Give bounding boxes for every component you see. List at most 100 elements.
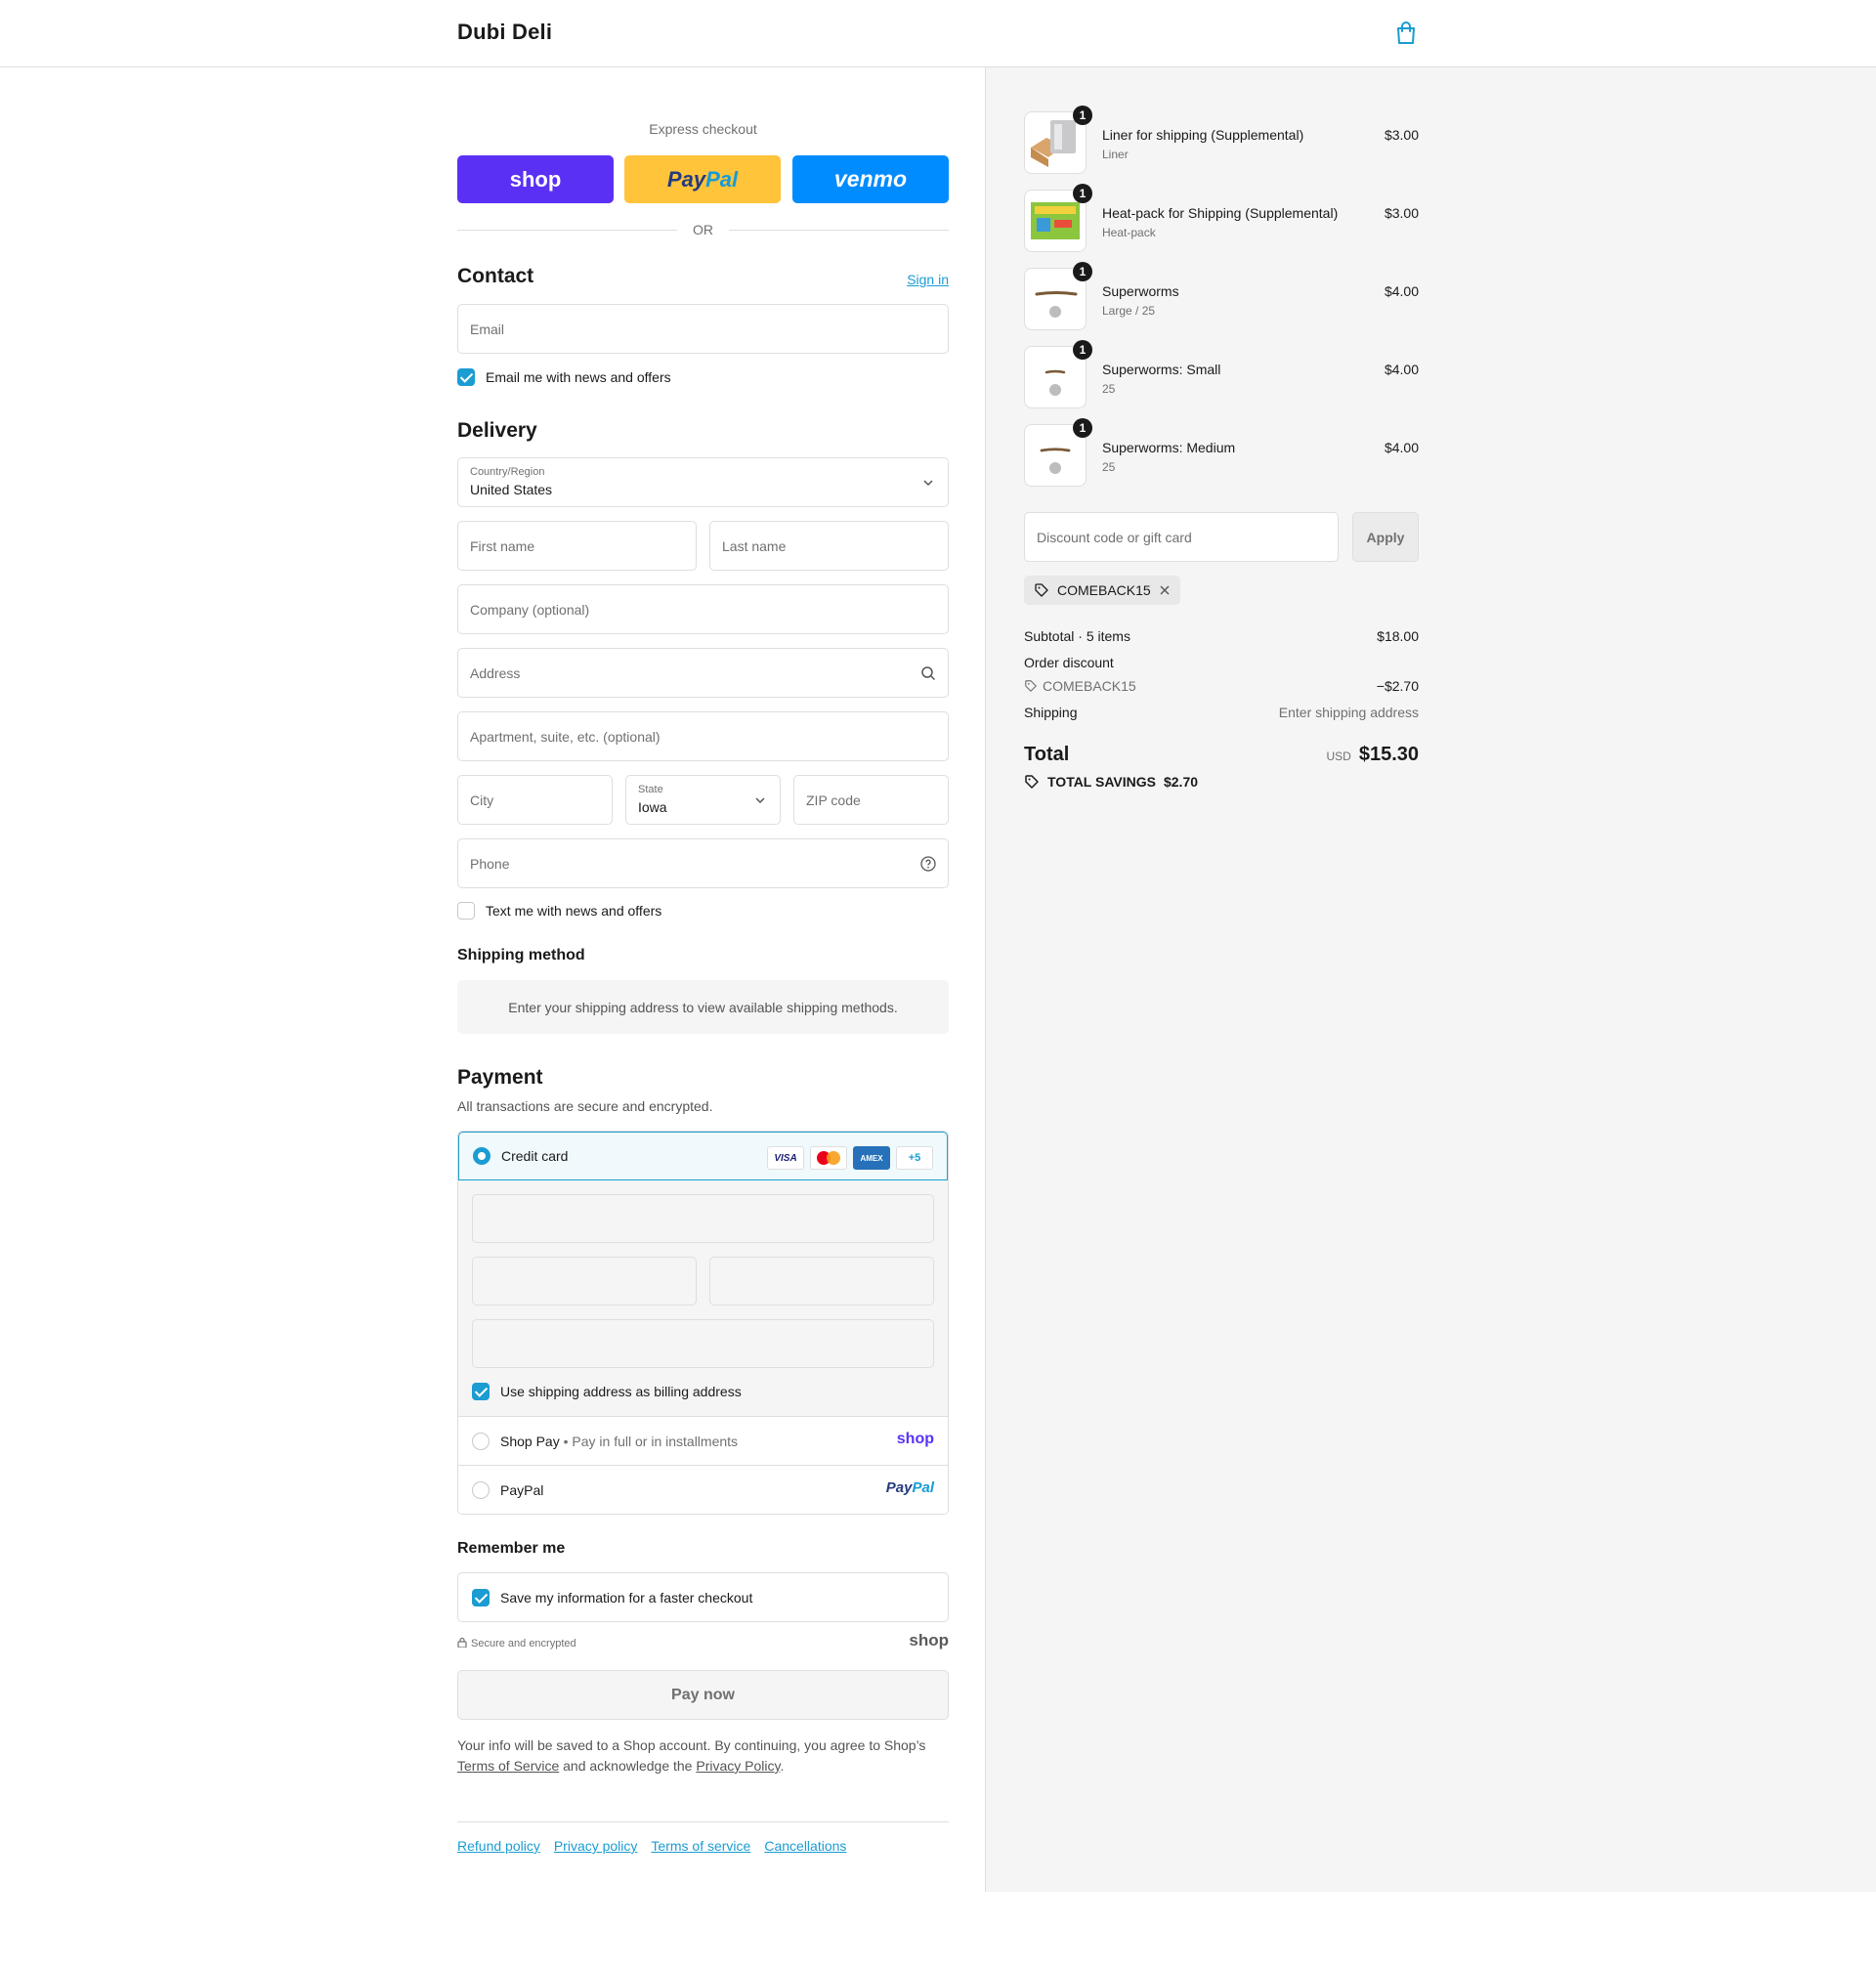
card-number-field[interactable] [472,1194,934,1243]
credit-card-radio[interactable] [473,1147,490,1165]
terms-of-service-footer-link[interactable]: Terms of service [651,1838,750,1854]
shop-pay-label: Shop Pay [500,1434,560,1449]
line-item: 1 Superworms Large / 25 $4.00 [1024,262,1419,332]
billing-label: Use shipping address as billing address [500,1384,742,1399]
shop-pay-option[interactable]: Shop Pay • Pay in full or in installment… [458,1416,948,1465]
card-expiry-field[interactable] [472,1257,697,1306]
card-name-field[interactable] [472,1319,934,1368]
quantity-badge: 1 [1073,184,1092,203]
apartment-placeholder: Apartment, suite, etc. (optional) [470,729,661,745]
item-name: Superworms [1102,283,1179,299]
shop-pay-description: Pay in full or in installments [572,1434,739,1449]
paypal-option[interactable]: PayPal PayPal [458,1465,948,1514]
item-price: $4.00 [1384,362,1419,377]
footer-links: Refund policy Privacy policy Terms of se… [457,1838,846,1854]
text-news-checkbox-row[interactable]: Text me with news and offers [457,901,661,921]
product-thumbnail: 1 [1024,340,1092,408]
billing-checkbox[interactable] [472,1383,490,1400]
company-field[interactable]: Company (optional) [457,584,949,634]
divider-line [729,230,949,231]
email-field[interactable]: Email [457,304,949,354]
email-news-checkbox[interactable] [457,368,475,386]
discount-placeholder: Discount code or gift card [1037,530,1192,545]
card-cvv-field[interactable] [709,1257,934,1306]
company-placeholder: Company (optional) [470,602,590,618]
shopping-bag-icon[interactable] [1395,21,1417,45]
currency-code: USD [1326,749,1351,763]
visa-icon: VISA [767,1146,804,1170]
secure-text: Secure and encrypted [471,1638,576,1649]
city-field[interactable]: City [457,775,613,825]
sign-in-link[interactable]: Sign in [907,272,949,287]
item-price: $3.00 [1384,127,1419,143]
email-news-checkbox-row[interactable]: Email me with news and offers [457,367,671,387]
product-thumbnail: 1 [1024,418,1092,487]
credit-card-option[interactable]: Credit card VISA AMEX +5 [458,1132,948,1180]
paypal-text-1: Pay [666,166,706,192]
item-variant: Liner [1102,148,1129,161]
last-name-field[interactable]: Last name [709,521,949,571]
help-circle-icon[interactable] [920,856,936,872]
zip-field[interactable]: ZIP code [793,775,949,825]
pay-now-button[interactable]: Pay now [457,1670,949,1720]
address-field[interactable]: Address [457,648,949,698]
tag-icon [1025,680,1037,692]
paypal-express-button[interactable]: Pay Pal [624,155,781,203]
refund-policy-link[interactable]: Refund policy [457,1838,540,1854]
shop-pay-separator: • [563,1434,569,1449]
save-info-checkbox[interactable] [472,1589,490,1606]
lock-icon [457,1637,467,1649]
item-variant: 25 [1102,382,1116,396]
apartment-field[interactable]: Apartment, suite, etc. (optional) [457,711,949,761]
privacy-policy-footer-link[interactable]: Privacy policy [554,1838,638,1854]
quantity-badge: 1 [1073,262,1092,281]
or-divider: OR [457,220,949,239]
more-cards-badge: +5 [896,1146,933,1170]
address-placeholder: Address [470,665,521,681]
order-discount-label: Order discount [1024,655,1114,670]
paypal-logo: PayPal [886,1479,934,1496]
billing-checkbox-row[interactable]: Use shipping address as billing address [472,1382,742,1401]
shop-pay-radio[interactable] [472,1433,490,1450]
state-select[interactable]: State Iowa [625,775,781,825]
first-name-field[interactable]: First name [457,521,697,571]
quantity-badge: 1 [1073,418,1092,438]
privacy-policy-link[interactable]: Privacy Policy [696,1758,780,1774]
item-name: Liner for shipping (Supplemental) [1102,127,1304,143]
line-item: 1 Heat-pack for Shipping (Supplemental) … [1024,184,1419,254]
shipping-value: Enter shipping address [1278,705,1419,720]
item-variant: Large / 25 [1102,304,1156,318]
legal-text-1: Your info will be saved to a Shop accoun… [457,1737,926,1753]
savings-label: TOTAL SAVINGS [1047,774,1156,790]
discount-code-row: COMEBACK15 −$2.70 [1024,678,1419,694]
country-select[interactable]: Country/Region United States [457,457,949,507]
cancellations-link[interactable]: Cancellations [764,1838,846,1854]
terms-of-service-link[interactable]: Terms of Service [457,1758,559,1774]
email-placeholder: Email [470,321,505,337]
shop-pay-express-button[interactable]: shop [457,155,614,203]
footer-divider [457,1821,949,1822]
save-info-checkbox-row[interactable]: Save my information for a faster checkou… [472,1588,752,1607]
legal-text-3: . [780,1758,785,1774]
paypal-radio[interactable] [472,1481,490,1499]
phone-field[interactable]: Phone [457,838,949,888]
text-news-checkbox[interactable] [457,902,475,920]
close-icon[interactable] [1159,584,1171,596]
savings-value: $2.70 [1163,774,1199,790]
country-value: United States [470,482,553,497]
paypal-logo-text-1: Pay [885,1479,913,1496]
order-summary-panel [985,67,1876,1892]
apply-discount-button[interactable]: Apply [1352,512,1419,562]
paypal-text-2: Pal [705,166,739,192]
venmo-express-button[interactable]: venmo [792,155,949,203]
delivery-heading: Delivery [457,419,537,442]
credit-card-label: Credit card [501,1148,569,1164]
item-name: Superworms: Small [1102,362,1221,377]
express-checkout-title: Express checkout [649,121,757,137]
discount-code-input[interactable]: Discount code or gift card [1024,512,1339,562]
subtotal-label: Subtotal · 5 items [1024,628,1130,644]
search-icon [921,666,936,681]
store-name[interactable]: Dubi Deli [457,20,552,45]
credit-card-form: Use shipping address as billing address [458,1180,948,1416]
header: Dubi Deli [0,0,1876,67]
